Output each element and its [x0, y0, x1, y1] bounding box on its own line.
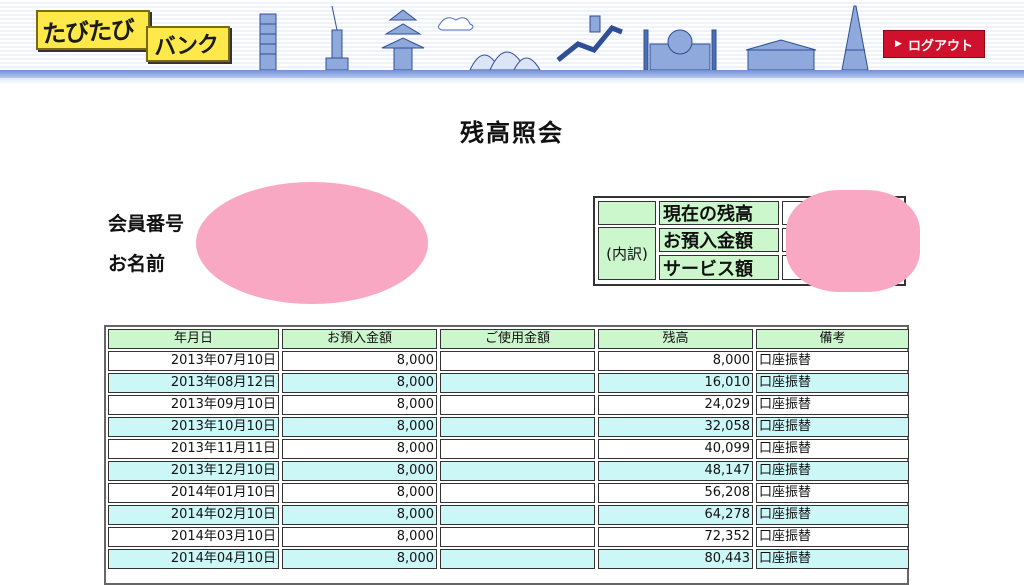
logout-button[interactable]: ▶ ログアウト — [883, 30, 985, 58]
redacted-balance-values — [786, 190, 920, 292]
cell-balance: 48,147 — [598, 461, 753, 481]
current-balance-label: 現在の残高 — [659, 201, 779, 225]
cell-note: 口座振替 — [756, 461, 909, 481]
col-header-balance: 残高 — [598, 329, 753, 349]
cell-deposit: 8,000 — [282, 549, 437, 569]
col-header-used: ご使用金額 — [440, 329, 595, 349]
cell-balance: 72,352 — [598, 527, 753, 547]
cell-used — [440, 461, 595, 481]
cell-used — [440, 373, 595, 393]
cell-balance: 80,443 — [598, 549, 753, 569]
statue-of-liberty-icon — [325, 5, 349, 71]
col-header-date: 年月日 — [108, 329, 279, 349]
cell-deposit: 8,000 — [282, 527, 437, 547]
cell-date: 2014年02月10日 — [108, 505, 279, 525]
member-name-label: お名前 — [108, 253, 166, 275]
service-total-label: サービス額 — [659, 255, 779, 280]
opera-house-icon — [469, 51, 541, 71]
cell-deposit: 8,000 — [282, 395, 437, 415]
summary-blank-cell — [598, 201, 656, 225]
taj-mahal-icon — [643, 29, 717, 71]
cell-deposit: 8,000 — [282, 483, 437, 503]
cell-deposit: 8,000 — [282, 351, 437, 371]
cell-deposit: 8,000 — [282, 439, 437, 459]
triangle-right-icon: ▶ — [895, 39, 902, 49]
col-header-deposit: お預入金額 — [282, 329, 437, 349]
member-number-label: 会員番号 — [108, 213, 185, 235]
cell-date: 2013年10月10日 — [108, 417, 279, 437]
cell-date: 2014年03月10日 — [108, 527, 279, 547]
transaction-table: 年月日 お預入金額 ご使用金額 残高 備考 2013年07月10日 8,000 8,… — [104, 325, 909, 585]
summary-breakdown-label: (内訳) — [598, 227, 656, 280]
cell-balance: 8,000 — [598, 351, 753, 371]
cell-note: 口座振替 — [756, 373, 909, 393]
cell-note: 口座振替 — [756, 527, 909, 547]
logout-label: ログアウト — [907, 38, 973, 54]
cell-date: 2013年12月10日 — [108, 461, 279, 481]
cell-used — [440, 351, 595, 371]
redacted-member-info — [196, 182, 428, 304]
cell-deposit: 8,000 — [282, 417, 437, 437]
cell-used — [440, 395, 595, 415]
cell-date: 2014年01月10日 — [108, 483, 279, 503]
logo-text-1: たびたび — [41, 15, 135, 49]
cell-used — [440, 439, 595, 459]
deposit-total-label: お預入金額 — [659, 228, 779, 252]
cell-date: 2013年09月10日 — [108, 395, 279, 415]
cell-date: 2013年08月12日 — [108, 373, 279, 393]
logo-text-2: バンク — [153, 32, 219, 61]
pagoda-icon — [381, 9, 425, 71]
cell-balance: 24,029 — [598, 395, 753, 415]
cell-deposit: 8,000 — [282, 461, 437, 481]
tabitabi-bank-logo[interactable]: たびたび バンク — [36, 10, 230, 62]
header-stripe — [0, 70, 1024, 78]
cell-note: 口座振替 — [756, 439, 909, 459]
cell-note: 口座振替 — [756, 483, 909, 503]
parthenon-icon — [745, 39, 817, 71]
cell-balance: 56,208 — [598, 483, 753, 503]
cell-date: 2014年04月10日 — [108, 549, 279, 569]
cell-used — [440, 417, 595, 437]
cell-note: 口座振替 — [756, 505, 909, 525]
great-wall-icon — [556, 15, 623, 62]
cell-date: 2013年11月11日 — [108, 439, 279, 459]
cell-deposit: 8,000 — [282, 373, 437, 393]
eiffel-tower-icon — [841, 5, 869, 71]
cell-note: 口座振替 — [756, 395, 909, 415]
cell-balance: 32,058 — [598, 417, 753, 437]
page-title: 残高照会 — [460, 119, 564, 147]
cell-deposit: 8,000 — [282, 505, 437, 525]
cell-used — [440, 549, 595, 569]
cell-used — [440, 505, 595, 525]
cell-used — [440, 483, 595, 503]
cell-balance: 40,099 — [598, 439, 753, 459]
world-landmarks-skyline — [259, 5, 869, 71]
cell-balance: 64,278 — [598, 505, 753, 525]
header-stripe-fade — [0, 78, 1024, 84]
cell-note: 口座振替 — [756, 417, 909, 437]
cell-used — [440, 527, 595, 547]
cell-note: 口座振替 — [756, 549, 909, 569]
cell-note: 口座振替 — [756, 351, 909, 371]
pisa-tower-icon — [259, 13, 277, 71]
cell-balance: 16,010 — [598, 373, 753, 393]
cell-date: 2013年07月10日 — [108, 351, 279, 371]
col-header-note: 備考 — [756, 329, 909, 349]
